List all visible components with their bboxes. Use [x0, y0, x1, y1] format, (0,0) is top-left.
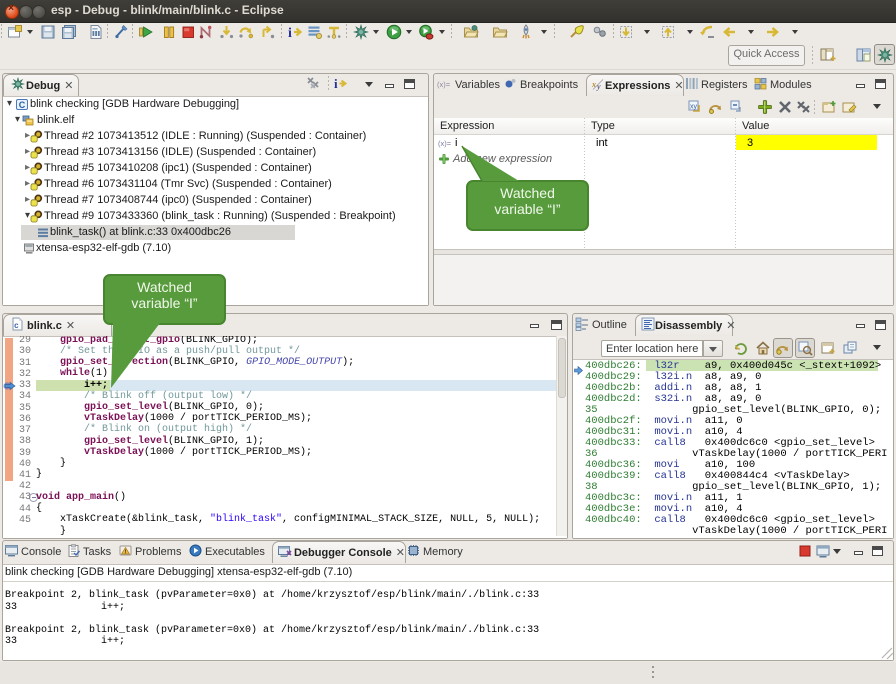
- svg-text:C: C: [19, 100, 26, 110]
- svg-text:i: i: [334, 76, 338, 90]
- svg-text:(x)=: (x)=: [437, 80, 451, 89]
- svg-text:(x)=: (x)=: [438, 139, 452, 148]
- svg-text:xy: xy: [690, 104, 698, 111]
- svg-text:i: i: [288, 26, 292, 40]
- svg-text:y: y: [596, 82, 601, 91]
- svg-text:c: c: [14, 322, 19, 331]
